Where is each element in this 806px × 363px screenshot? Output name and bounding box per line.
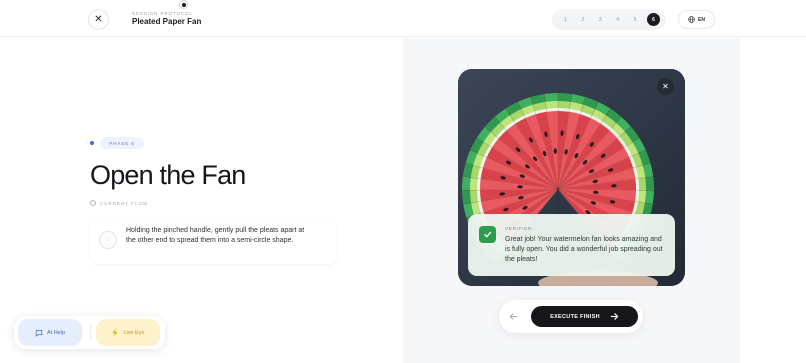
execute-finish-button[interactable]: EXECUTE FINISH (531, 306, 638, 327)
assist-toolbar: AI Help Live Eye (14, 316, 165, 349)
verification-card: VERIFIED Great job! Your watermelon fan … (468, 214, 675, 276)
divider (90, 324, 91, 341)
step-3[interactable]: 3 (595, 14, 606, 25)
step-indicator: 123456 (552, 9, 666, 30)
execute-label: EXECUTE FINISH (550, 313, 600, 320)
top-bar: ✕ SESSION PROTOCOL Pleated Paper Fan 123… (0, 0, 806, 37)
action-bar: EXECUTE FINISH (499, 300, 643, 333)
instruction-text: Holding the pinched handle, gently pull … (126, 227, 305, 244)
arrow-left-icon (509, 313, 518, 320)
globe-icon (688, 16, 695, 23)
close-icon: ✕ (94, 14, 103, 25)
step-title: Open the Fan (90, 160, 246, 190)
step-2[interactable]: 2 (577, 14, 588, 25)
instruction-icon: ◌ (99, 231, 117, 249)
lightning-icon (112, 328, 119, 337)
step-1[interactable]: 1 (560, 14, 571, 25)
step-4[interactable]: 4 (612, 14, 623, 25)
check-icon (479, 226, 496, 243)
page: ✕ SESSION PROTOCOL Pleated Paper Fan 123… (0, 0, 806, 363)
session-title: Pleated Paper Fan (132, 17, 202, 26)
step-6[interactable]: 6 (646, 13, 660, 26)
back-button[interactable] (505, 308, 522, 325)
protocol-label: SESSION PROTOCOL (132, 11, 193, 16)
live-eye-button[interactable]: Live Eye (96, 319, 160, 346)
close-icon: ✕ (662, 82, 669, 91)
flow-label-text: CURRENT FLOW (100, 200, 149, 206)
phase-dot-icon (90, 141, 94, 145)
language-label: EN (698, 16, 705, 23)
arrow-right-icon (610, 313, 619, 320)
chat-icon (35, 329, 43, 337)
language-button[interactable]: EN (678, 10, 715, 29)
verification-message: Great job! Your watermelon fan looks ama… (505, 236, 663, 263)
instruction-card: ◌ Holding the pinched handle, gently pul… (90, 218, 336, 264)
live-eye-label: Live Eye (123, 329, 145, 336)
verified-label: VERIFIED (505, 226, 533, 231)
capture-photo: ✕ VERIFIED Great job! Your watermelon fa… (458, 69, 685, 286)
close-session-button[interactable]: ✕ (88, 9, 109, 30)
flow-icon (90, 200, 96, 206)
phase-badge: PHASE 6 (100, 137, 144, 149)
step-5[interactable]: 5 (630, 14, 641, 25)
ai-help-button[interactable]: AI Help (18, 319, 82, 346)
close-photo-button[interactable]: ✕ (657, 78, 674, 95)
camera-indicator-icon (179, 0, 188, 9)
current-flow-label: CURRENT FLOW (90, 200, 148, 206)
ai-help-label: AI Help (46, 329, 66, 336)
